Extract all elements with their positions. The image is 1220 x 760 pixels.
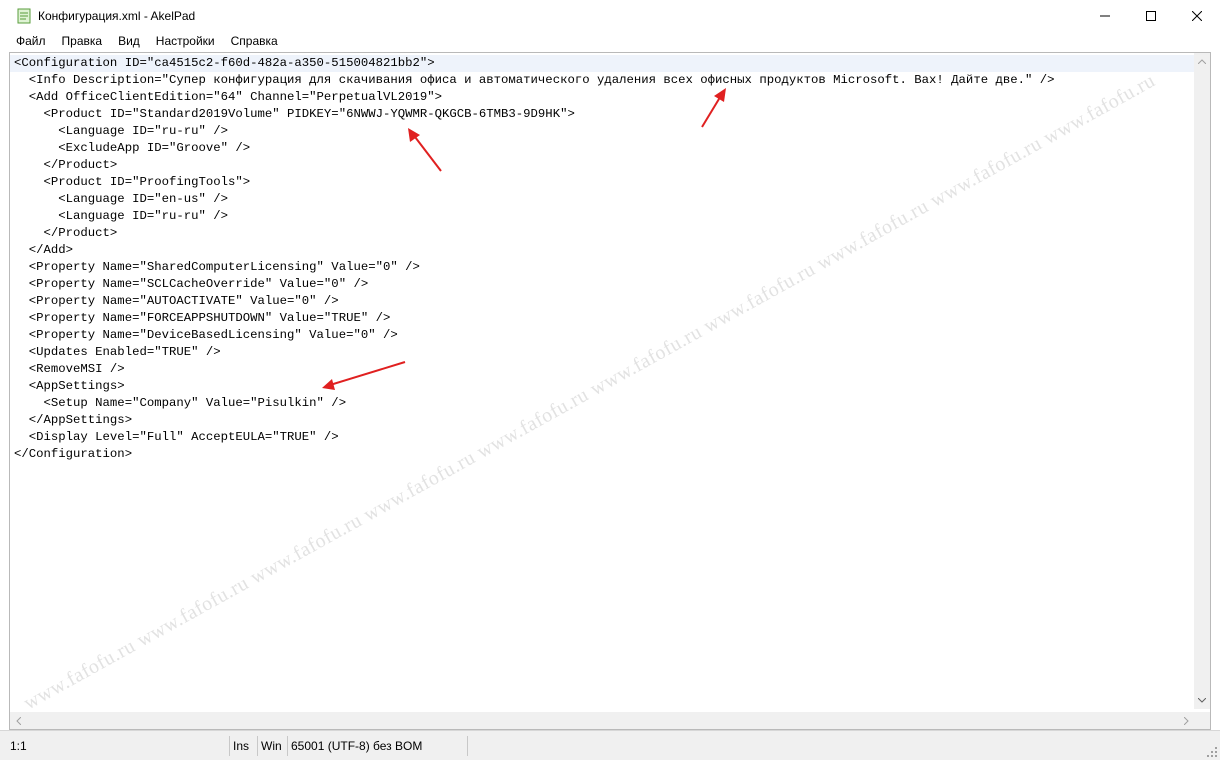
menu-help[interactable]: Справка [223,34,286,48]
code-line: <Property Name="SCLCacheOverride" Value=… [14,277,369,291]
maximize-icon [1146,10,1156,21]
horizontal-scrollbar[interactable] [10,712,1194,729]
close-icon [1192,10,1202,21]
code-line: <Language ID="en-us" /> [14,192,229,206]
scroll-down-button[interactable] [1194,692,1210,709]
minimize-button[interactable] [1082,0,1128,31]
code-content: <Configuration ID="ca4515c2-f60d-482a-a3… [14,55,1055,463]
code-line: <Language ID="ru-ru" /> [14,124,229,138]
arrow-right-icon [1183,716,1189,725]
code-line: <Property Name="SharedComputerLicensing"… [14,260,420,274]
code-line: <RemoveMSI /> [14,362,125,376]
resize-grip-icon[interactable] [1206,746,1218,758]
status-cursor-position: 1:1 [0,735,230,756]
window-controls [1082,0,1220,31]
menu-settings[interactable]: Настройки [148,34,223,48]
minimize-icon [1100,15,1110,16]
code-line: <Display Level="Full" AcceptEULA="TRUE" … [14,430,339,444]
editor-frame: <Configuration ID="ca4515c2-f60d-482a-a3… [9,52,1211,730]
code-line: </AppSettings> [14,413,133,427]
code-line: <Product ID="Standard2019Volume" PIDKEY=… [14,107,575,121]
menu-edit[interactable]: Правка [54,34,111,48]
code-line: </Product> [14,226,118,240]
scroll-up-button[interactable] [1194,53,1210,70]
vertical-scrollbar[interactable] [1194,53,1210,709]
status-bar: 1:1 Ins Win 65001 (UTF-8) без BOM [0,730,1220,760]
arrow-up-icon [1198,59,1206,64]
status-insert-mode[interactable]: Ins [230,735,258,756]
scroll-left-button[interactable] [10,712,26,729]
code-line: <Property Name="FORCEAPPSHUTDOWN" Value=… [14,311,391,325]
window-title: Конфигурация.xml - AkelPad [38,8,196,23]
maximize-button[interactable] [1128,0,1174,31]
menu-file[interactable]: Файл [0,34,54,48]
title-bar[interactable]: Конфигурация.xml - AkelPad [0,0,1220,31]
close-button[interactable] [1174,0,1220,31]
code-line: <ExcludeApp ID="Groove" /> [14,141,251,155]
scroll-right-button[interactable] [1178,712,1194,729]
menu-bar: Файл Правка Вид Настройки Справка [0,31,1220,51]
code-line: <Updates Enabled="TRUE" /> [14,345,221,359]
code-line: <Property Name="DeviceBasedLicensing" Va… [14,328,398,342]
status-newline[interactable]: Win [258,735,288,756]
code-line: <Product ID="ProofingTools"> [14,175,251,189]
arrow-down-icon [1198,698,1206,703]
code-line: <Language ID="ru-ru" /> [14,209,229,223]
text-editor[interactable]: <Configuration ID="ca4515c2-f60d-482a-a3… [10,53,1194,709]
code-line: </Add> [14,243,74,257]
code-line: <AppSettings> [14,379,125,393]
code-line: <Property Name="AUTOACTIVATE" Value="0" … [14,294,339,308]
code-line: <Add OfficeClientEdition="64" Channel="P… [14,90,443,104]
status-encoding[interactable]: 65001 (UTF-8) без BOM [288,735,468,756]
code-line: <Info Description="Супер конфигурация дл… [14,73,1055,87]
code-line: <Configuration ID="ca4515c2-f60d-482a-a3… [14,56,435,70]
scroll-corner [1194,712,1210,729]
code-line: <Setup Name="Company" Value="Pisulkin" /… [14,396,347,410]
menu-view[interactable]: Вид [110,34,148,48]
arrow-left-icon [15,716,21,725]
code-line: </Configuration> [14,447,133,461]
notepad-document-icon [17,8,31,23]
code-line: </Product> [14,158,118,172]
